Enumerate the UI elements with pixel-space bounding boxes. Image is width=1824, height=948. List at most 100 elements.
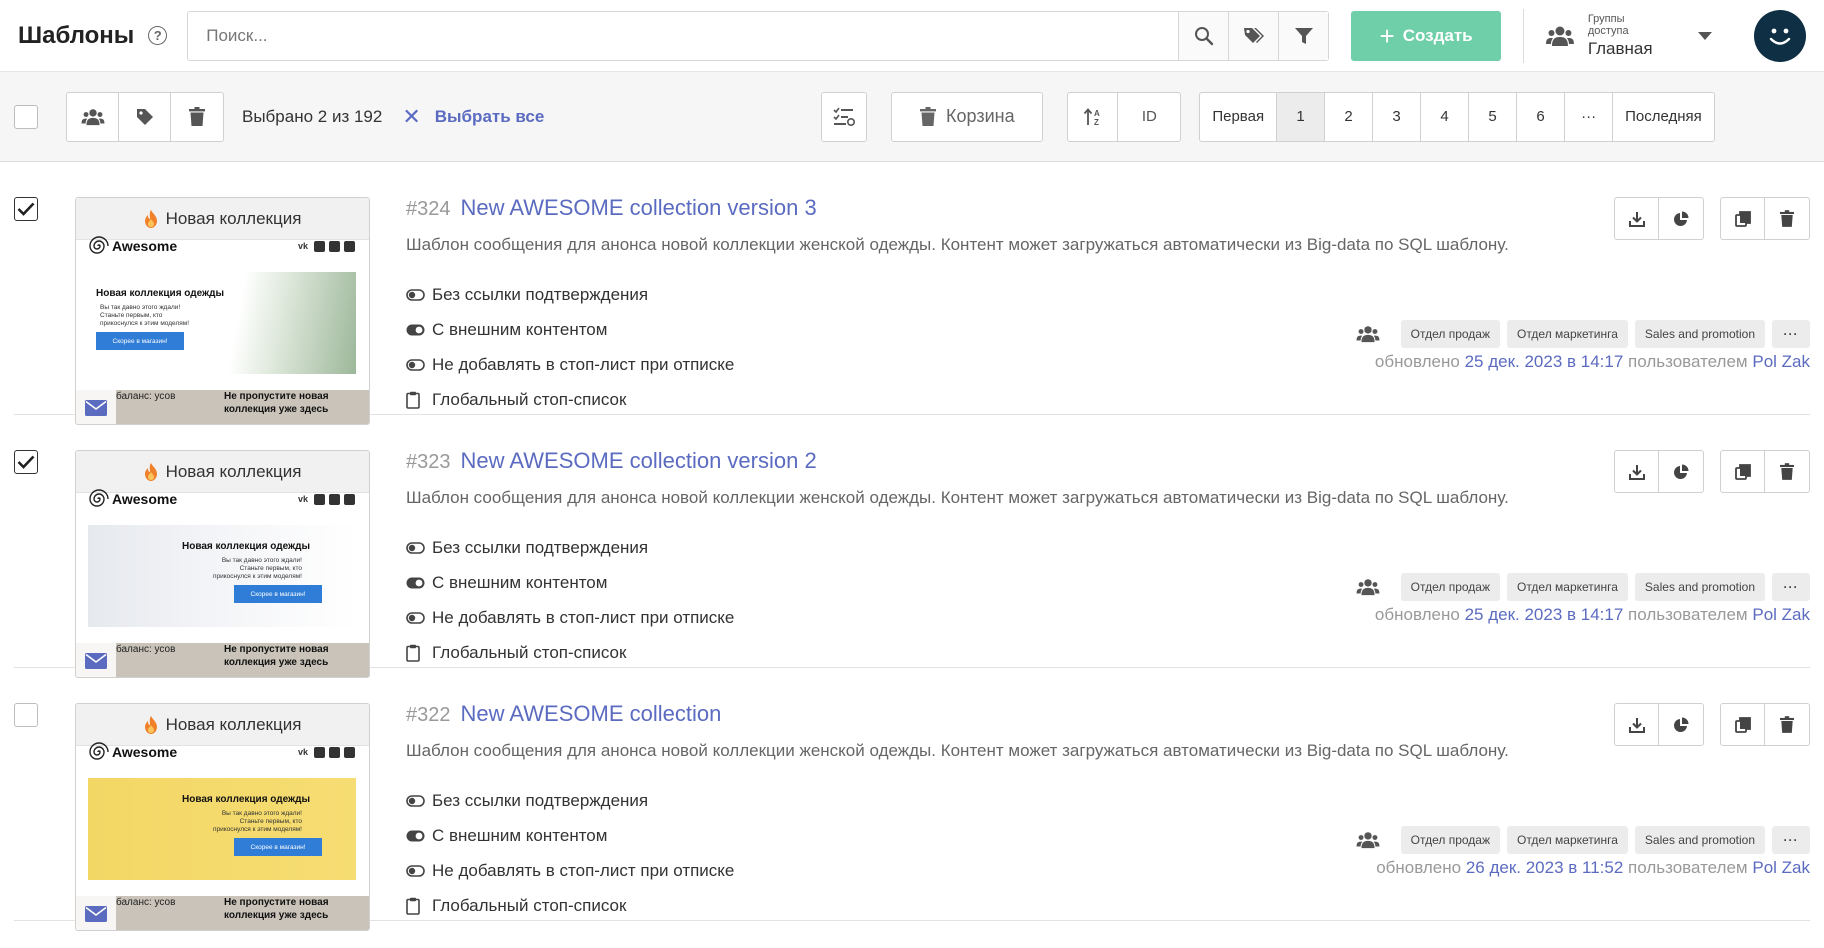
copy-button[interactable] [1721,198,1765,239]
avatar[interactable] [1754,9,1807,62]
statistics-button[interactable] [1659,451,1703,492]
page-3[interactable]: 3 [1373,92,1422,141]
row-checkbox[interactable] [14,197,38,221]
tag-marketing-dept[interactable]: Отдел маркетинга [1507,826,1628,854]
chevron-down-icon [1698,31,1713,40]
updated-user-link[interactable]: Pol Zak [1752,605,1810,624]
template-thumbnail[interactable]: Новая коллекция Awesome vk Новая коллекц… [75,703,370,931]
tags-more-button[interactable]: ··· [1772,573,1810,601]
envelope-icon [85,906,107,922]
page-5[interactable]: 5 [1469,92,1518,141]
pie-chart-icon [1674,464,1689,479]
pagination: Первая 1 2 3 4 5 6 ··· Последняя [1199,91,1715,142]
copy-icon [1734,210,1751,227]
brand-text: Awesome [112,238,178,254]
tag-sales-dept[interactable]: Отдел продаж [1400,573,1500,601]
page-4[interactable]: 4 [1421,92,1470,141]
row-checkbox[interactable] [14,450,38,474]
thumbnail-header: Новая коллекция [76,704,369,746]
thumbnail-head-text: Новая коллекция [165,208,302,228]
vk-icon: vk [298,747,309,757]
banner-title: Новая коллекция одежды [182,541,311,552]
template-title-link[interactable]: New AWESOME collection version 3 [461,195,817,221]
footer-right-text: Не пропустите новая коллекция уже здесь [224,644,329,668]
template-thumbnail[interactable]: Новая коллекция Awesome vk Новая коллекц… [75,197,370,425]
template-title-link[interactable]: New AWESOME collection version 2 [461,448,817,474]
delete-button[interactable] [1765,198,1809,239]
search-input[interactable] [188,11,1179,60]
tag-marketing-dept[interactable]: Отдел маркетинга [1507,320,1628,348]
filter-icon [1294,27,1313,44]
page-1[interactable]: 1 [1277,92,1326,141]
copy-button[interactable] [1721,451,1765,492]
clipboard-icon [406,897,420,915]
thumbnail-banner: Новая коллекция одежды Вы так давно этог… [88,778,356,880]
pie-chart-icon [1674,717,1689,732]
column-settings-button[interactable] [821,91,868,142]
tag-marketing-dept[interactable]: Отдел маркетинга [1507,573,1628,601]
template-description: Шаблон сообщения для анонса новой коллек… [406,488,1509,507]
download-button[interactable] [1615,451,1659,492]
updated-user-link[interactable]: Pol Zak [1752,858,1810,877]
page-6[interactable]: 6 [1517,92,1566,141]
tags-more-button[interactable]: ··· [1772,320,1810,348]
select-all-link[interactable]: Выбрать все [435,107,545,127]
row-actions [1614,197,1810,240]
users-icon [1545,26,1574,46]
option-global-stoplist: Глобальный стоп-список [406,382,1810,417]
row-checkbox[interactable] [14,703,38,727]
tags-more-button[interactable]: ··· [1772,826,1810,854]
download-icon [1628,717,1645,733]
download-button[interactable] [1615,704,1659,745]
checkmark-icon [17,455,35,469]
bulk-delete-button[interactable] [171,93,223,141]
sort-field[interactable]: ID [1118,93,1180,141]
banner-button: Скорее в магазин! [234,838,322,856]
template-row: Новая коллекция Awesome vk Новая коллекц… [14,415,1810,678]
updated-user-link[interactable]: Pol Zak [1752,352,1810,371]
download-icon [1628,211,1645,227]
statistics-button[interactable] [1659,198,1703,239]
page-first[interactable]: Первая [1200,92,1278,141]
delete-button[interactable] [1765,451,1809,492]
filter-button[interactable] [1278,11,1329,60]
tag-sales-promotion[interactable]: Sales and promotion [1634,573,1765,601]
tag-sales-dept[interactable]: Отдел продаж [1400,826,1500,854]
access-value: Главная [1587,38,1653,58]
trash-icon [1780,463,1794,480]
page-ellipsis[interactable]: ··· [1565,92,1614,141]
clear-selection-icon[interactable]: ✕ [402,104,420,130]
sort-direction-button[interactable]: AZ [1068,92,1119,141]
row-actions-primary [1614,703,1704,746]
template-title-link[interactable]: New AWESOME collection [461,701,722,727]
copy-button[interactable] [1721,704,1765,745]
search-bar [187,10,1330,61]
trash-button[interactable]: Корзина [891,91,1044,142]
search-button[interactable] [1178,11,1229,60]
flame-icon [144,462,157,481]
bulk-access-button[interactable] [67,92,119,141]
option-global-stoplist: Глобальный стоп-список [406,888,1810,923]
template-row: Новая коллекция Awesome vk Новая коллекц… [14,162,1810,425]
create-button[interactable]: + Создать [1351,10,1501,61]
tag-sales-dept[interactable]: Отдел продаж [1400,320,1500,348]
brand-text: Awesome [112,744,178,760]
select-all-checkbox[interactable] [14,104,38,129]
toggle-on-icon [406,324,425,335]
footer-right-text: Не пропустите новая коллекция уже здесь [224,391,329,415]
statistics-button[interactable] [1659,704,1703,745]
page-last[interactable]: Последняя [1613,93,1714,141]
tag-sales-promotion[interactable]: Sales and promotion [1634,826,1765,854]
access-group-selector[interactable]: Группы доступа Главная [1545,13,1713,59]
bulk-tag-button[interactable] [119,92,171,141]
delete-button[interactable] [1765,704,1809,745]
template-thumbnail[interactable]: Новая коллекция Awesome vk Новая коллекц… [75,450,370,678]
download-button[interactable] [1615,198,1659,239]
page-2[interactable]: 2 [1325,92,1374,141]
flame-icon [144,715,157,734]
trash-icon [920,107,937,126]
instagram-icon [344,747,355,758]
tags-filter-button[interactable] [1228,11,1279,60]
tag-sales-promotion[interactable]: Sales and promotion [1634,320,1765,348]
help-icon[interactable]: ? [148,26,168,45]
